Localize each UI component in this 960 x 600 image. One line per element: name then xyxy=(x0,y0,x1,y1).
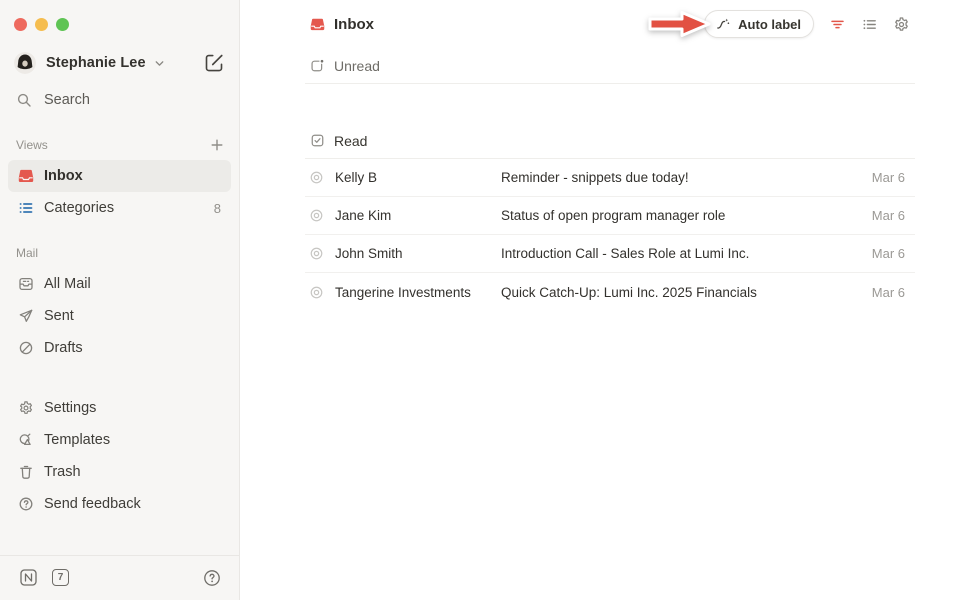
email-row[interactable]: Kelly B Reminder - snippets due today! M… xyxy=(305,159,915,197)
sidebar-footer-divider xyxy=(0,555,239,556)
sidebar-item-sent[interactable]: Sent xyxy=(8,300,231,332)
sidebar-item-label: Templates xyxy=(44,432,110,448)
email-list: Inbox Unread Read Kelly B Reminder - sni… xyxy=(305,0,915,311)
read-status-icon[interactable] xyxy=(309,246,324,261)
inbox-icon xyxy=(310,17,325,32)
read-section-header[interactable]: Read xyxy=(305,123,915,159)
chevron-down-icon xyxy=(153,57,166,70)
mark-unread-icon xyxy=(310,58,325,73)
sidebar-item-label: Inbox xyxy=(44,168,83,184)
email-date: Mar 6 xyxy=(872,170,905,185)
sidebar-item-settings[interactable]: Settings xyxy=(8,392,231,424)
add-view-icon[interactable] xyxy=(209,137,225,153)
email-row[interactable]: Tangerine Investments Quick Catch-Up: Lu… xyxy=(305,273,915,311)
read-status-icon[interactable] xyxy=(309,170,324,185)
sidebar-item-all-mail[interactable]: All Mail xyxy=(8,268,231,300)
unread-section-label: Unread xyxy=(334,58,380,74)
unread-section-header[interactable]: Unread xyxy=(305,48,915,84)
gear-icon xyxy=(18,400,34,416)
email-sender: Kelly B xyxy=(335,170,501,185)
email-subject: Status of open program manager role xyxy=(501,208,860,223)
templates-icon xyxy=(18,432,34,448)
search-label: Search xyxy=(44,92,90,108)
unread-empty-space xyxy=(305,84,915,123)
email-subject: Quick Catch-Up: Lumi Inc. 2025 Financial… xyxy=(501,285,860,300)
annotation-arrow-icon xyxy=(645,6,715,42)
sidebar-item-label: Send feedback xyxy=(44,496,141,512)
main-panel: Auto label Inbox Unread xyxy=(241,0,960,600)
views-header-label: Views xyxy=(16,138,48,152)
email-subject: Introduction Call - Sales Role at Lumi I… xyxy=(501,246,860,261)
categories-count-badge: 8 xyxy=(214,201,221,216)
email-date: Mar 6 xyxy=(872,208,905,223)
sidebar-item-label: Drafts xyxy=(44,340,83,356)
avatar xyxy=(14,52,36,74)
sidebar-item-label: Categories xyxy=(44,200,114,216)
page-title: Inbox xyxy=(334,16,374,33)
mail-header-label: Mail xyxy=(16,246,38,260)
help-circle-icon xyxy=(18,496,34,512)
email-date: Mar 6 xyxy=(872,246,905,261)
sidebar-item-drafts[interactable]: Drafts xyxy=(8,332,231,364)
user-name: Stephanie Lee xyxy=(46,55,146,71)
sidebar-item-label: Trash xyxy=(44,464,81,480)
email-date: Mar 6 xyxy=(872,285,905,300)
window-minimize-button[interactable] xyxy=(35,18,48,31)
sidebar-item-categories[interactable]: Categories 8 xyxy=(8,192,231,224)
views-section-header: Views xyxy=(16,137,225,153)
mail-section-header: Mail xyxy=(16,245,225,261)
sidebar-item-send-feedback[interactable]: Send feedback xyxy=(8,488,231,520)
sidebar-item-label: Settings xyxy=(44,400,96,416)
email-sender: John Smith xyxy=(335,246,501,261)
email-row[interactable]: John Smith Introduction Call - Sales Rol… xyxy=(305,235,915,273)
sidebar-item-inbox[interactable]: Inbox xyxy=(8,160,231,192)
email-subject: Reminder - snippets due today! xyxy=(501,170,860,185)
window-close-button[interactable] xyxy=(14,18,27,31)
window-zoom-button[interactable] xyxy=(56,18,69,31)
sidebar-item-templates[interactable]: Templates xyxy=(8,424,231,456)
categories-icon xyxy=(18,200,34,216)
checkbox-checked-icon xyxy=(310,133,325,148)
inbox-icon xyxy=(18,168,34,184)
calendar-day-label: 7 xyxy=(58,572,64,583)
compose-icon[interactable] xyxy=(204,53,224,73)
drafts-icon xyxy=(18,340,34,356)
search-button[interactable]: Search xyxy=(16,86,90,114)
search-icon xyxy=(16,92,32,108)
help-icon[interactable] xyxy=(203,569,221,587)
read-section-label: Read xyxy=(334,133,367,149)
notion-logo-icon[interactable] xyxy=(20,569,37,586)
page-header: Inbox xyxy=(305,0,915,48)
all-mail-icon xyxy=(18,276,34,292)
email-row[interactable]: Jane Kim Status of open program manager … xyxy=(305,197,915,235)
sidebar-item-trash[interactable]: Trash xyxy=(8,456,231,488)
account-switcher[interactable]: Stephanie Lee xyxy=(14,50,225,76)
window-controls xyxy=(14,18,69,31)
sidebar-item-label: All Mail xyxy=(44,276,91,292)
email-sender: Jane Kim xyxy=(335,208,501,223)
trash-icon xyxy=(18,464,34,480)
calendar-icon[interactable]: 7 xyxy=(52,569,69,586)
send-icon xyxy=(18,308,34,324)
read-status-icon[interactable] xyxy=(309,208,324,223)
sidebar: Stephanie Lee Search Views Inbox Categor… xyxy=(0,0,240,600)
email-sender: Tangerine Investments xyxy=(335,285,501,300)
sidebar-item-label: Sent xyxy=(44,308,74,324)
read-status-icon[interactable] xyxy=(309,285,324,300)
